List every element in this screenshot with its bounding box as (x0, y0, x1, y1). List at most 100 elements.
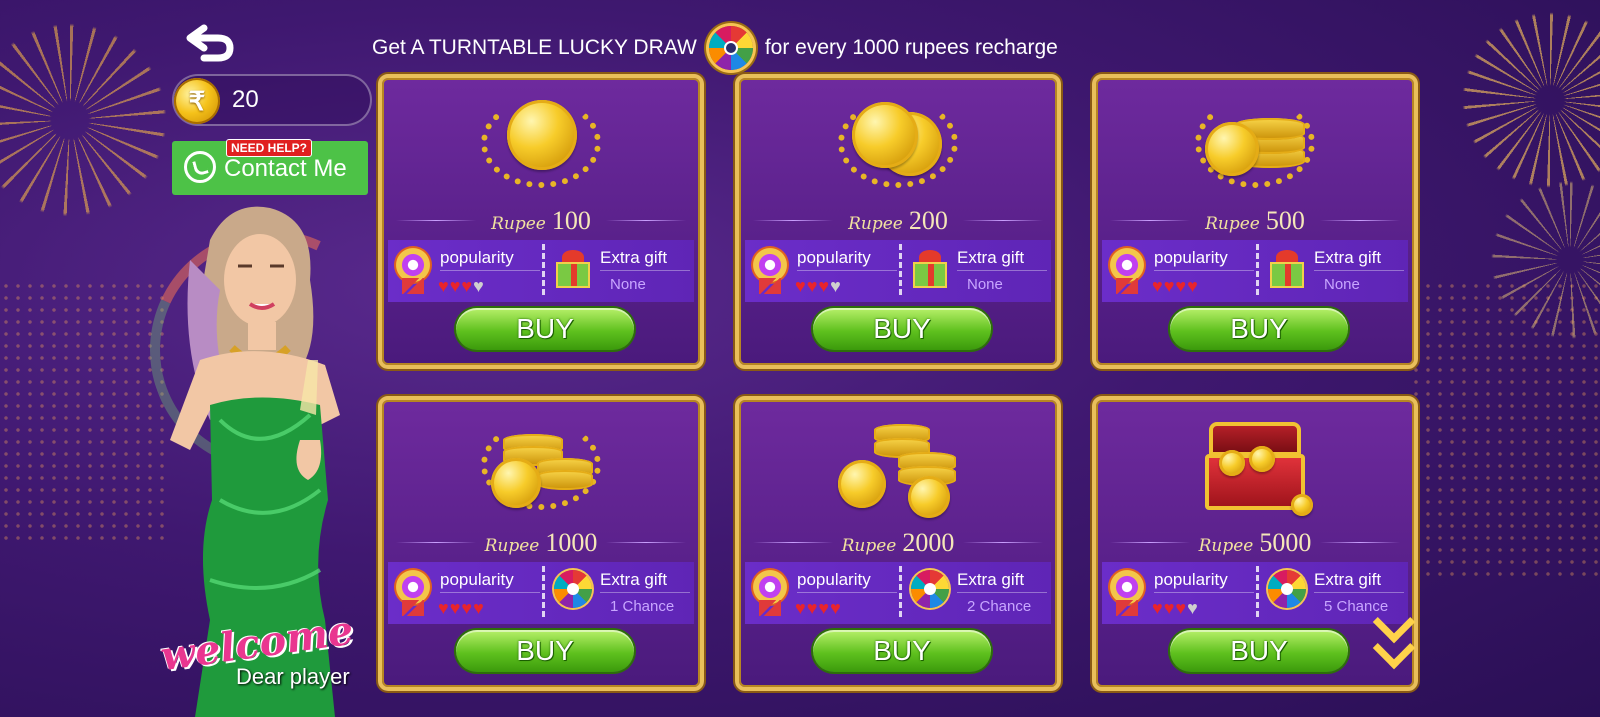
promo-prefix: Get A TURNTABLE LUCKY DRAW (372, 36, 697, 59)
buy-button[interactable]: BUY (1170, 630, 1348, 672)
medal-icon (751, 246, 789, 294)
lucky-wheel-icon (708, 26, 753, 70)
pack-info-strip: popularity ♥♥♥♥ Extra gift None (745, 240, 1051, 302)
price-value: 500 (1265, 206, 1305, 235)
price-value: 100 (551, 206, 591, 235)
buy-button[interactable]: BUY (813, 630, 991, 672)
popularity-label: popularity (797, 570, 871, 589)
recharge-pack-card: Rupee 1000 popularity ♥♥♥♥ Extra gift 1 Chanc… (378, 396, 704, 691)
back-button[interactable] (186, 22, 236, 62)
balance-value: 20 (232, 86, 259, 113)
popularity-heart-icon: ♥ (1187, 276, 1199, 296)
divider (1256, 244, 1259, 298)
popularity-heart-icon: ♥ (795, 598, 807, 618)
extra-gift-value: None (1324, 276, 1360, 293)
price-value: 5000 (1259, 528, 1312, 557)
coin-pack-illustration (481, 414, 601, 514)
popularity-label: popularity (797, 248, 871, 267)
divider (542, 244, 545, 298)
promo-suffix: for every 1000 rupees recharge (764, 36, 1058, 59)
extra-gift-label: Extra gift (1314, 570, 1382, 589)
pack-info-strip: popularity ♥♥♥♥ Extra gift 1 Chance (388, 562, 694, 624)
pack-price: Rupee 5000 (1096, 528, 1414, 558)
popularity-heart-icon: ♥ (449, 276, 462, 296)
extra-gift-value: None (610, 276, 646, 293)
lucky-wheel-icon (911, 570, 949, 608)
pack-info-strip: popularity ♥♥♥♥ Extra gift 2 Chance (745, 562, 1051, 624)
promo-banner: Get A TURNTABLE LUCKY DRAW for every 100… (372, 26, 1058, 70)
popularity-heart-icon: ♥ (1152, 598, 1164, 618)
price-currency-label: Rupee (484, 536, 540, 556)
currency-symbol: ₹ (188, 85, 206, 116)
popularity-label: popularity (440, 570, 514, 589)
extra-gift-label: Extra gift (957, 570, 1025, 589)
recharge-pack-card: Rupee 100 popularity ♥♥♥♥ Extra gift None BUY (378, 74, 704, 369)
price-value: 1000 (545, 528, 598, 557)
coin-balance: ₹ 20 (172, 74, 372, 126)
divider (899, 566, 902, 620)
popularity-rating: ♥♥♥♥ (795, 598, 842, 619)
pack-price: Rupee 200 (739, 206, 1057, 236)
popularity-heart-icon: ♥ (461, 276, 474, 296)
coin-pack-illustration (838, 414, 958, 518)
popularity-heart-icon: ♥ (818, 276, 831, 296)
pack-price: Rupee 500 (1096, 206, 1414, 236)
pack-info-strip: popularity ♥♥♥♥ Extra gift None (1102, 240, 1408, 302)
buy-button[interactable]: BUY (1170, 308, 1348, 350)
lucky-wheel-icon (554, 570, 592, 608)
extra-gift-label: Extra gift (600, 570, 668, 589)
price-value: 200 (908, 206, 948, 235)
popularity-heart-icon: ♥ (830, 598, 842, 618)
pack-info-strip: popularity ♥♥♥♥ Extra gift 5 Chance (1102, 562, 1408, 624)
whatsapp-icon (184, 151, 216, 183)
lucky-wheel-icon (1268, 570, 1306, 608)
medal-icon (394, 568, 432, 616)
extra-gift-value: 1 Chance (610, 598, 675, 615)
gift-box-icon (552, 248, 592, 288)
popularity-heart-icon: ♥ (818, 598, 831, 618)
buy-button[interactable]: BUY (456, 308, 634, 350)
pack-info-strip: popularity ♥♥♥♥ Extra gift None (388, 240, 694, 302)
price-currency-label: Rupee (491, 214, 546, 234)
divider (899, 244, 902, 298)
extra-gift-label: Extra gift (957, 248, 1025, 267)
medal-icon (1108, 568, 1146, 616)
popularity-heart-icon: ♥ (806, 276, 819, 296)
popularity-heart-icon: ♥ (830, 276, 842, 296)
popularity-heart-icon: ♥ (473, 598, 485, 618)
popularity-heart-icon: ♥ (461, 598, 474, 618)
divider (542, 566, 545, 620)
popularity-label: popularity (1154, 570, 1228, 589)
popularity-heart-icon: ♥ (806, 598, 819, 618)
medal-icon (1108, 246, 1146, 294)
coin-pack-illustration (1195, 414, 1315, 516)
popularity-heart-icon: ♥ (1152, 276, 1164, 296)
gift-box-icon (909, 248, 949, 288)
popularity-label: popularity (440, 248, 514, 267)
scroll-down-chevron-icon[interactable] (1372, 600, 1416, 677)
popularity-rating: ♥♥♥♥ (795, 276, 842, 297)
dot-pattern (1410, 280, 1600, 580)
coin-pack-illustration (838, 92, 958, 192)
recharge-pack-card: Rupee 5000 popularity ♥♥♥♥ Extra gift 5 Chanc… (1092, 396, 1418, 691)
price-currency-label: Rupee (1198, 536, 1254, 556)
price-currency-label: Rupee (841, 536, 897, 556)
medal-icon (751, 568, 789, 616)
price-currency-label: Rupee (848, 214, 903, 234)
extra-gift-label: Extra gift (600, 248, 668, 267)
popularity-rating: ♥♥♥♥ (438, 276, 485, 297)
popularity-heart-icon: ♥ (1163, 598, 1176, 618)
welcome-subtitle: Dear player (236, 664, 350, 689)
dot-pattern (0, 280, 170, 540)
popularity-heart-icon: ♥ (473, 276, 485, 296)
popularity-heart-icon: ♥ (795, 276, 807, 296)
popularity-heart-icon: ♥ (438, 598, 450, 618)
rupee-coin-icon: ₹ (174, 78, 220, 124)
popularity-heart-icon: ♥ (1187, 598, 1199, 618)
buy-button[interactable]: BUY (813, 308, 991, 350)
buy-button[interactable]: BUY (456, 630, 634, 672)
pack-price: Rupee 1000 (382, 528, 700, 558)
popularity-rating: ♥♥♥♥ (438, 598, 485, 619)
need-help-badge: NEED HELP? (226, 139, 313, 157)
popularity-rating: ♥♥♥♥ (1152, 598, 1199, 619)
